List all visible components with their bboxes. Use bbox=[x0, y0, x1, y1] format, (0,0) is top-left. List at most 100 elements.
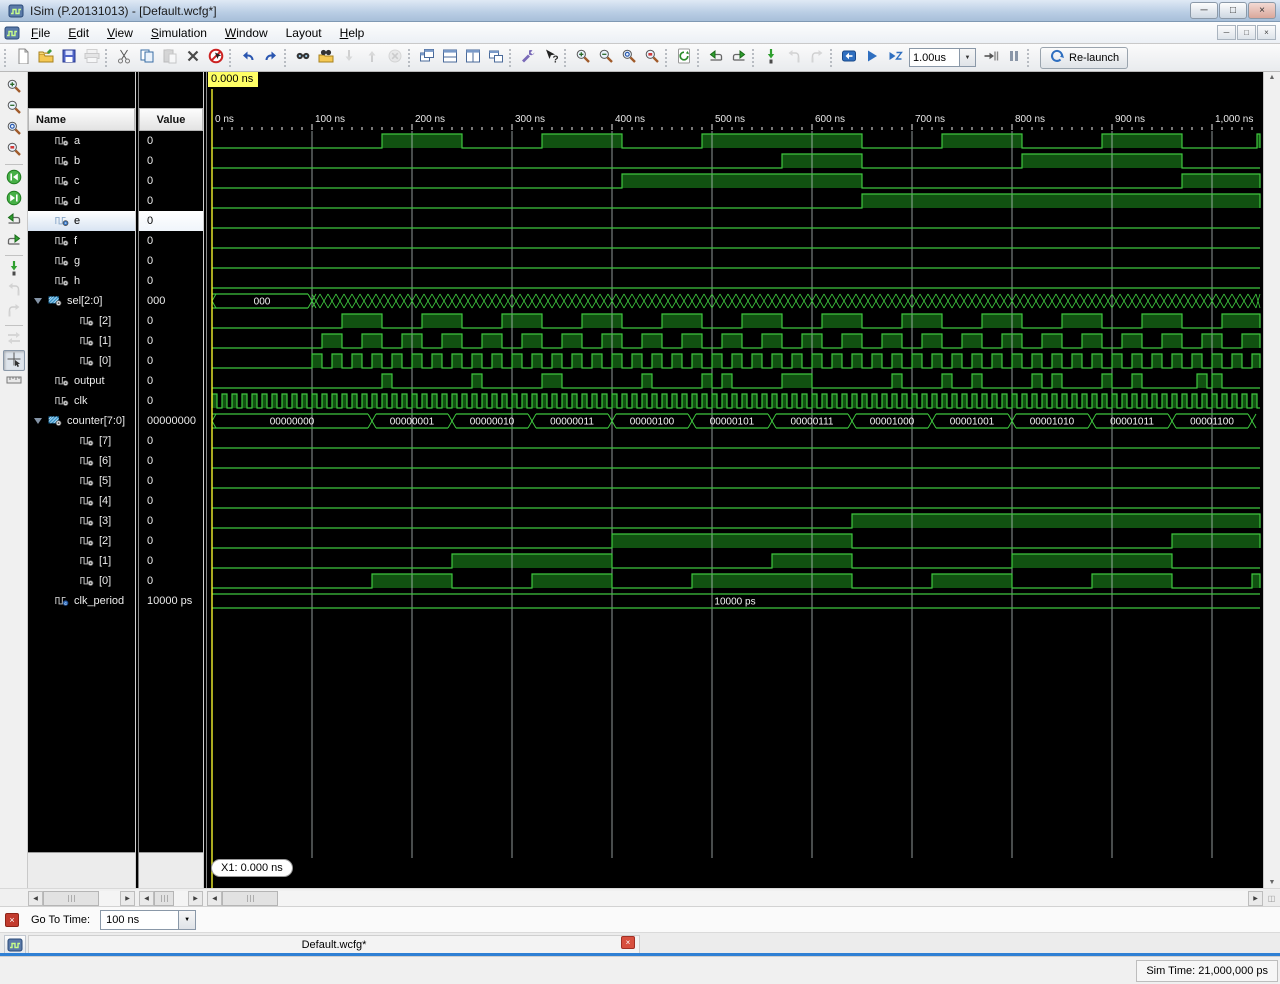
zoom-in-button[interactable] bbox=[571, 46, 594, 69]
signal-row--0-[interactable]: [0] bbox=[28, 571, 135, 591]
signal-row-c[interactable]: c bbox=[28, 171, 135, 191]
redo-button[interactable] bbox=[259, 46, 282, 69]
cascade-windows-button[interactable] bbox=[415, 46, 438, 69]
open-folder-button[interactable] bbox=[34, 46, 57, 69]
signal-row--1-[interactable]: [1] bbox=[28, 551, 135, 571]
scroll-right-icon[interactable]: ▶ bbox=[120, 891, 135, 906]
zoom-cursor-button[interactable] bbox=[3, 140, 25, 161]
signal-row-output[interactable]: output bbox=[28, 371, 135, 391]
signal-row-clk-period[interactable]: cclk_period bbox=[28, 591, 135, 611]
signal-row-b[interactable]: b bbox=[28, 151, 135, 171]
tab-close-icon[interactable]: × bbox=[621, 936, 635, 949]
jump-next-button[interactable] bbox=[727, 46, 750, 69]
new-document-button[interactable] bbox=[11, 46, 34, 69]
zoom-out-button[interactable] bbox=[594, 46, 617, 69]
close-goto-bar-button[interactable]: × bbox=[5, 913, 19, 927]
pause-button[interactable] bbox=[1002, 46, 1025, 69]
arrange-windows-button[interactable] bbox=[484, 46, 507, 69]
mdi-minimize-button[interactable]: ─ bbox=[1217, 25, 1236, 40]
delete-button[interactable] bbox=[181, 46, 204, 69]
menu-edit[interactable]: Edit bbox=[59, 23, 98, 43]
menu-help[interactable]: Help bbox=[331, 23, 374, 43]
signal-row-h[interactable]: h bbox=[28, 271, 135, 291]
mdi-close-button[interactable]: × bbox=[1257, 25, 1276, 40]
resize-grip[interactable]: ◫ bbox=[1263, 890, 1280, 906]
tab-default-wcfg[interactable]: Default.wcfg* bbox=[28, 935, 640, 954]
restart-button[interactable] bbox=[837, 46, 860, 69]
no-simulation-button[interactable] bbox=[204, 46, 227, 69]
expander-icon[interactable] bbox=[34, 418, 46, 424]
jump-next-button[interactable] bbox=[3, 231, 25, 252]
menu-layout[interactable]: Layout bbox=[277, 23, 331, 43]
minimize-button[interactable]: ─ bbox=[1190, 2, 1218, 19]
signal-row-a[interactable]: a bbox=[28, 131, 135, 151]
signal-row-sel-2-0-[interactable]: sel[2:0] bbox=[28, 291, 135, 311]
jump-prev-button[interactable] bbox=[3, 210, 25, 231]
mdi-restore-button[interactable]: □ bbox=[1237, 25, 1256, 40]
scroll-left-icon[interactable]: ◀ bbox=[207, 891, 222, 906]
goto-time-input[interactable] bbox=[100, 910, 178, 930]
sim-time-dropdown-button[interactable]: ▼ bbox=[959, 48, 976, 67]
save-button[interactable] bbox=[57, 46, 80, 69]
scroll-left-icon[interactable]: ◀ bbox=[139, 891, 154, 906]
run-for-time-button[interactable] bbox=[883, 46, 906, 69]
expander-icon[interactable] bbox=[34, 298, 46, 304]
zoom-cursor-button[interactable] bbox=[640, 46, 663, 69]
goto-time-dropdown-button[interactable]: ▼ bbox=[178, 910, 196, 930]
vertical-scrollbar[interactable]: ▲ ▼ bbox=[1263, 72, 1280, 888]
signal-row--7-[interactable]: [7] bbox=[28, 431, 135, 451]
goto-end-button[interactable] bbox=[3, 189, 25, 210]
close-button[interactable]: × bbox=[1248, 2, 1276, 19]
signal-row-d[interactable]: d bbox=[28, 191, 135, 211]
signal-row--0-[interactable]: [0] bbox=[28, 351, 135, 371]
signal-row--5-[interactable]: [5] bbox=[28, 471, 135, 491]
zoom-fit-button[interactable] bbox=[617, 46, 640, 69]
menu-view[interactable]: View bbox=[98, 23, 142, 43]
whats-this-button[interactable]: ? bbox=[539, 46, 562, 69]
maximize-button[interactable]: □ bbox=[1219, 2, 1247, 19]
relaunch-button[interactable]: Re-launch bbox=[1040, 47, 1128, 69]
zoom-out-button[interactable] bbox=[3, 98, 25, 119]
add-marker-button[interactable] bbox=[759, 46, 782, 69]
zoom-fit-button[interactable] bbox=[3, 119, 25, 140]
scroll-up-icon[interactable]: ▲ bbox=[1269, 74, 1276, 81]
scroll-down-icon[interactable]: ▼ bbox=[1269, 879, 1276, 886]
scroll-left-icon[interactable]: ◀ bbox=[28, 891, 43, 906]
signal-row-g[interactable]: g bbox=[28, 251, 135, 271]
waveform-tab-icon[interactable] bbox=[4, 935, 26, 954]
measure-tool-button[interactable] bbox=[3, 371, 25, 392]
find-in-files-button[interactable] bbox=[314, 46, 337, 69]
refresh-button[interactable] bbox=[672, 46, 695, 69]
signal-row--2-[interactable]: [2] bbox=[28, 311, 135, 331]
scroll-right-icon[interactable]: ▶ bbox=[1248, 891, 1263, 906]
waveform-canvas[interactable]: 0 ns100 ns200 ns300 ns400 ns500 ns600 ns… bbox=[207, 72, 1263, 888]
copy-button[interactable] bbox=[135, 46, 158, 69]
signal-row--2-[interactable]: [2] bbox=[28, 531, 135, 551]
settings-wrench-button[interactable] bbox=[516, 46, 539, 69]
menu-window[interactable]: Window bbox=[216, 23, 277, 43]
add-marker-button[interactable] bbox=[3, 259, 25, 280]
names-hscrollbar[interactable]: ◀ ▶ bbox=[28, 890, 135, 906]
step-button[interactable] bbox=[979, 46, 1002, 69]
zoom-in-button[interactable] bbox=[3, 77, 25, 98]
menu-simulation[interactable]: Simulation bbox=[142, 23, 216, 43]
wave-hscrollbar[interactable]: ◀ ▶ bbox=[207, 890, 1263, 906]
signal-row--1-[interactable]: [1] bbox=[28, 331, 135, 351]
scroll-right-icon[interactable]: ▶ bbox=[188, 891, 203, 906]
signal-row--6-[interactable]: [6] bbox=[28, 451, 135, 471]
sim-time-input[interactable] bbox=[909, 48, 959, 67]
signal-row-counter-7-0-[interactable]: counter[7:0] bbox=[28, 411, 135, 431]
find-button[interactable] bbox=[291, 46, 314, 69]
tile-vertical-button[interactable] bbox=[461, 46, 484, 69]
cut-button[interactable] bbox=[112, 46, 135, 69]
menu-file[interactable]: File bbox=[22, 23, 59, 43]
values-hscrollbar[interactable]: ◀ ▶ bbox=[139, 890, 203, 906]
signal-row-f[interactable]: f bbox=[28, 231, 135, 251]
signal-row--4-[interactable]: [4] bbox=[28, 491, 135, 511]
signal-row--3-[interactable]: [3] bbox=[28, 511, 135, 531]
goto-start-button[interactable] bbox=[3, 168, 25, 189]
jump-prev-button[interactable] bbox=[704, 46, 727, 69]
tile-horizontal-button[interactable] bbox=[438, 46, 461, 69]
undo-button[interactable] bbox=[236, 46, 259, 69]
crosshair-tool-button[interactable] bbox=[3, 350, 25, 371]
